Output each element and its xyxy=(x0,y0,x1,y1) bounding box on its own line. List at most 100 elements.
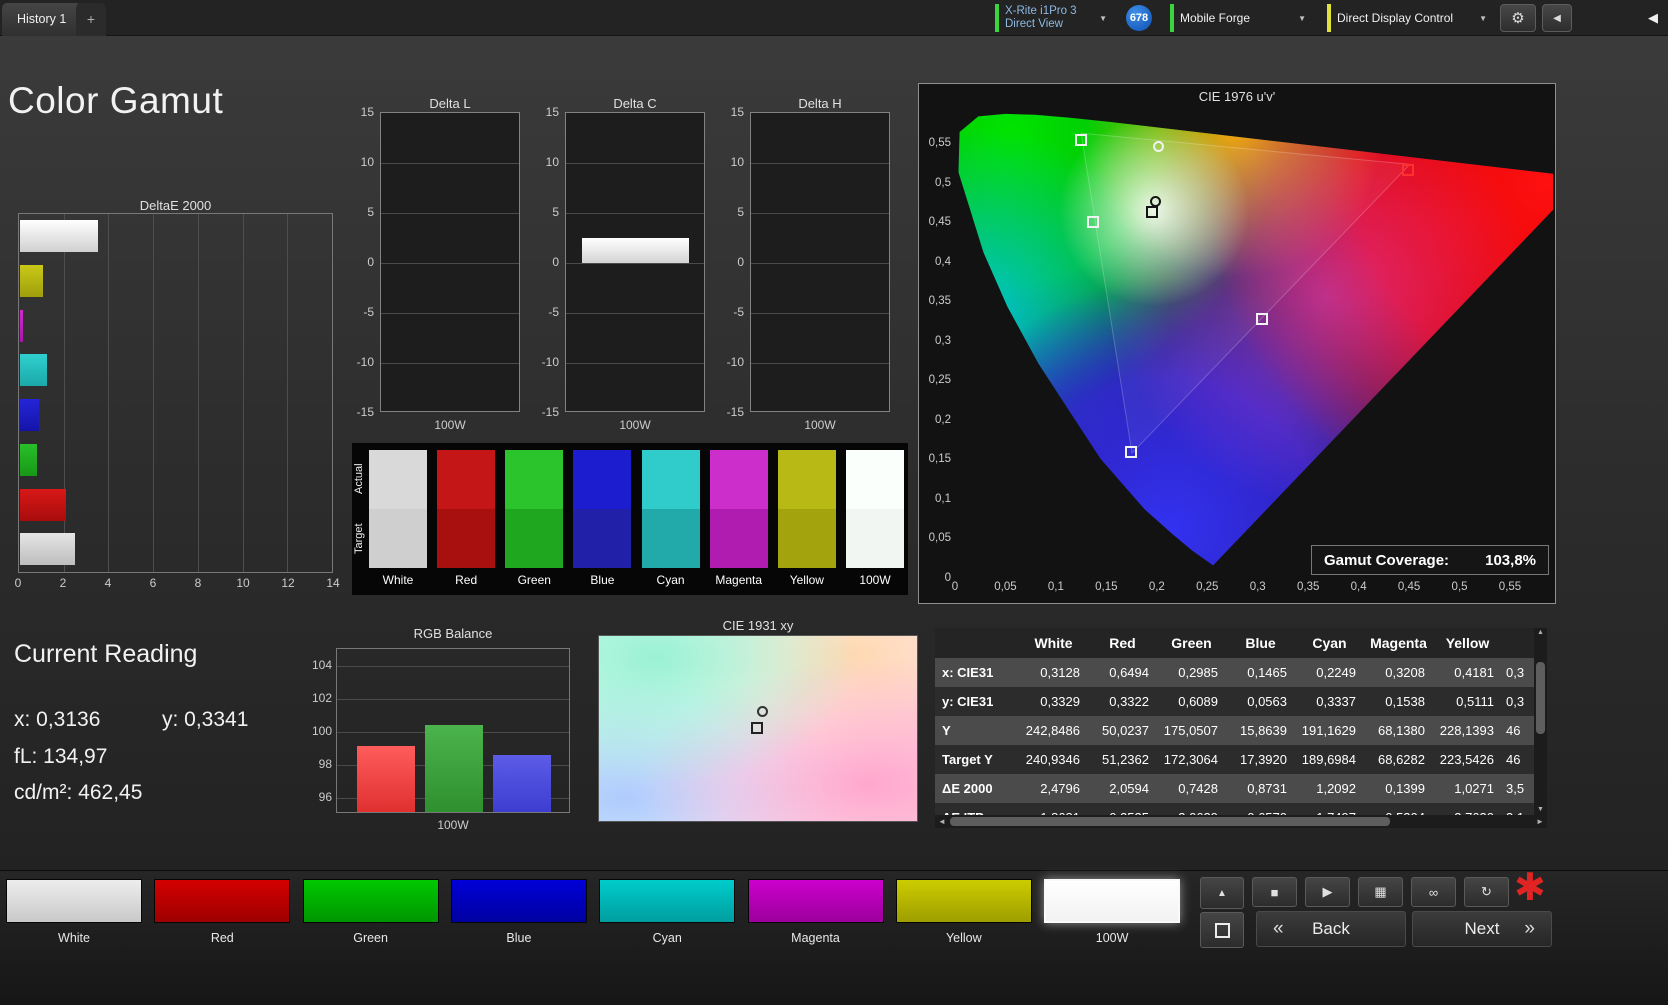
patch-label: 100W xyxy=(1095,931,1129,945)
display-control-status-indicator xyxy=(1327,4,1331,32)
gridline xyxy=(153,214,155,572)
cie1976-panel: CIE 1976 u'v' Gamut Coverage: 103,8% 0,5… xyxy=(918,83,1556,604)
settings-button[interactable]: ⚙ xyxy=(1500,4,1536,32)
cie1976-xtick-label: 0,45 xyxy=(1397,581,1421,593)
table-horizontal-scrollbar[interactable]: ◄ ► xyxy=(935,815,1547,828)
collapse-panel-button[interactable]: ◀ xyxy=(1542,4,1572,32)
play-button[interactable]: ▶ xyxy=(1305,877,1350,907)
table-cell: 0,6570 xyxy=(1226,803,1295,815)
gamut-coverage-readout: Gamut Coverage: 103,8% xyxy=(1311,545,1549,575)
scroll-up-icon[interactable]: ▲ xyxy=(1534,628,1547,638)
table-cell: 2,4796 xyxy=(1040,781,1080,796)
tab-history[interactable]: History 1 xyxy=(2,3,82,36)
deltae2000-xaxis: 0 2 4 6 8 10 12 14 xyxy=(15,576,340,594)
delta-h-plot xyxy=(750,112,890,412)
patch-label: Magenta xyxy=(791,931,840,945)
gridline xyxy=(566,313,704,314)
current-reading-panel: Current Reading x: 0,3136 y: 0,3341 fL: … xyxy=(14,640,324,825)
meter-selector[interactable]: X-Rite i1Pro 3 Direct View ▼ xyxy=(995,3,1107,33)
axis-tick-label: 5 xyxy=(552,205,559,219)
swatch-actual xyxy=(369,450,427,509)
deltae-bar-green xyxy=(20,443,37,476)
pattern-window-button[interactable] xyxy=(1200,912,1244,948)
patch-button-white[interactable]: White xyxy=(6,871,146,957)
cie1976-ytick-label: 0,25 xyxy=(928,374,951,387)
alert-asterisk-icon: ✱ xyxy=(1514,867,1546,909)
table-cell: 0,5204 xyxy=(1364,803,1433,815)
gridline xyxy=(751,313,889,314)
deltae-bar-red xyxy=(20,488,67,521)
refresh-button[interactable]: ↻ xyxy=(1464,877,1509,907)
table-vertical-scrollbar[interactable]: ▲ ▼ xyxy=(1534,628,1547,815)
infinity-button[interactable]: ∞ xyxy=(1411,877,1456,907)
chevron-down-icon: ▼ xyxy=(1298,13,1306,23)
bottom-toolbar: White Red Green Blue Cyan Magenta Yellow 100W ▲… xyxy=(0,867,1668,1005)
deltae-bar-white xyxy=(20,533,76,566)
patch-buttons: White Red Green Blue Cyan Magenta Yellow 100W xyxy=(0,871,1195,971)
axis-tick-label: 10 xyxy=(730,155,744,169)
patch-label: Yellow xyxy=(945,931,982,945)
patch-button-green[interactable]: Green xyxy=(302,871,443,957)
reading-count-badge: 678 xyxy=(1126,5,1152,31)
cie1976-ytick-label: 0,15 xyxy=(928,453,951,466)
source-selector[interactable]: Mobile Forge ▼ xyxy=(1170,3,1306,33)
gridline xyxy=(381,363,519,364)
rgb-plot xyxy=(336,648,570,813)
swatch-white: White xyxy=(369,450,427,590)
patch-button-blue[interactable]: Blue xyxy=(450,871,591,957)
cie1931-measure-marker xyxy=(751,722,763,734)
deltae2000-chart: DeltaE 2000 0 2 4 6 8 10 12 14 xyxy=(15,198,340,594)
swatch-actual xyxy=(846,450,904,509)
stop-icon: ■ xyxy=(1270,884,1279,900)
deltae-bar-cyan xyxy=(20,354,48,387)
patch-button-cyan[interactable]: Cyan xyxy=(599,871,739,957)
patch-button-100w[interactable]: 100W xyxy=(1044,871,1184,957)
patch-button-red[interactable]: Red xyxy=(154,871,294,957)
swatch-100w: 100W xyxy=(846,450,904,590)
table-cell: 175,0507 xyxy=(1163,723,1218,738)
display-control-selector[interactable]: Direct Display Control ▼ xyxy=(1327,3,1487,33)
meter-label: X-Rite i1Pro 3 Direct View xyxy=(1005,5,1077,31)
gridline xyxy=(751,163,889,164)
edge-arrow-icon[interactable]: ◀ xyxy=(1648,10,1658,26)
axis-tick-label: -15 xyxy=(726,405,744,419)
table-cell: 0,3329 xyxy=(1040,694,1080,709)
patch-button-yellow[interactable]: Yellow xyxy=(895,871,1036,957)
scroll-down-icon[interactable]: ▼ xyxy=(1534,805,1547,815)
chevron-down-icon: ▼ xyxy=(1099,13,1107,23)
patch-label: Green xyxy=(353,931,388,945)
add-tab-button[interactable]: + xyxy=(76,3,106,36)
table-cell: 51,2362 xyxy=(1102,752,1149,767)
gridline xyxy=(381,213,519,214)
table-cell: 223,5426 xyxy=(1439,752,1494,767)
meter-mode: Direct View xyxy=(1005,18,1063,30)
marker-magenta-measured xyxy=(1255,313,1268,326)
reading-y: y: 0,3341 xyxy=(162,708,249,731)
pattern-up-button[interactable]: ▲ xyxy=(1200,877,1244,909)
deltae-bar-blue xyxy=(20,399,40,431)
axis-tick-label: -5 xyxy=(733,305,744,319)
table-cell: 0,3322 xyxy=(1109,694,1149,709)
table-cell: 228,1393 xyxy=(1439,723,1494,738)
back-button[interactable]: « Back xyxy=(1256,911,1406,947)
vertical-scroll-thumb[interactable] xyxy=(1536,662,1545,734)
swatch-actual xyxy=(437,450,496,509)
reading-fl: fL: 134,97 xyxy=(14,745,108,768)
cie1976-ytick-label: 0,35 xyxy=(928,295,951,308)
cie1976-xtick-label: 0,25 xyxy=(1196,581,1219,593)
scroll-left-icon[interactable]: ◄ xyxy=(935,815,949,828)
gridline xyxy=(242,214,244,572)
cie1976-xtick-label: 0,1 xyxy=(1047,581,1064,593)
horizontal-scroll-thumb[interactable] xyxy=(950,817,1390,826)
delta-h-title: Delta H xyxy=(798,96,842,111)
table-cell: 0,3337 xyxy=(1316,694,1356,709)
patch-button-magenta[interactable]: Magenta xyxy=(747,871,888,957)
stop-button[interactable]: ■ xyxy=(1252,877,1297,907)
display-control-label: Direct Display Control xyxy=(1337,11,1454,25)
deltae2000-plot xyxy=(18,213,333,573)
scroll-right-icon[interactable]: ► xyxy=(1533,815,1547,828)
next-button[interactable]: Next » xyxy=(1412,911,1552,947)
rgb-bar-red xyxy=(357,746,415,812)
meter-button[interactable]: ▦ xyxy=(1358,877,1403,907)
cie1931-panel xyxy=(598,635,918,822)
